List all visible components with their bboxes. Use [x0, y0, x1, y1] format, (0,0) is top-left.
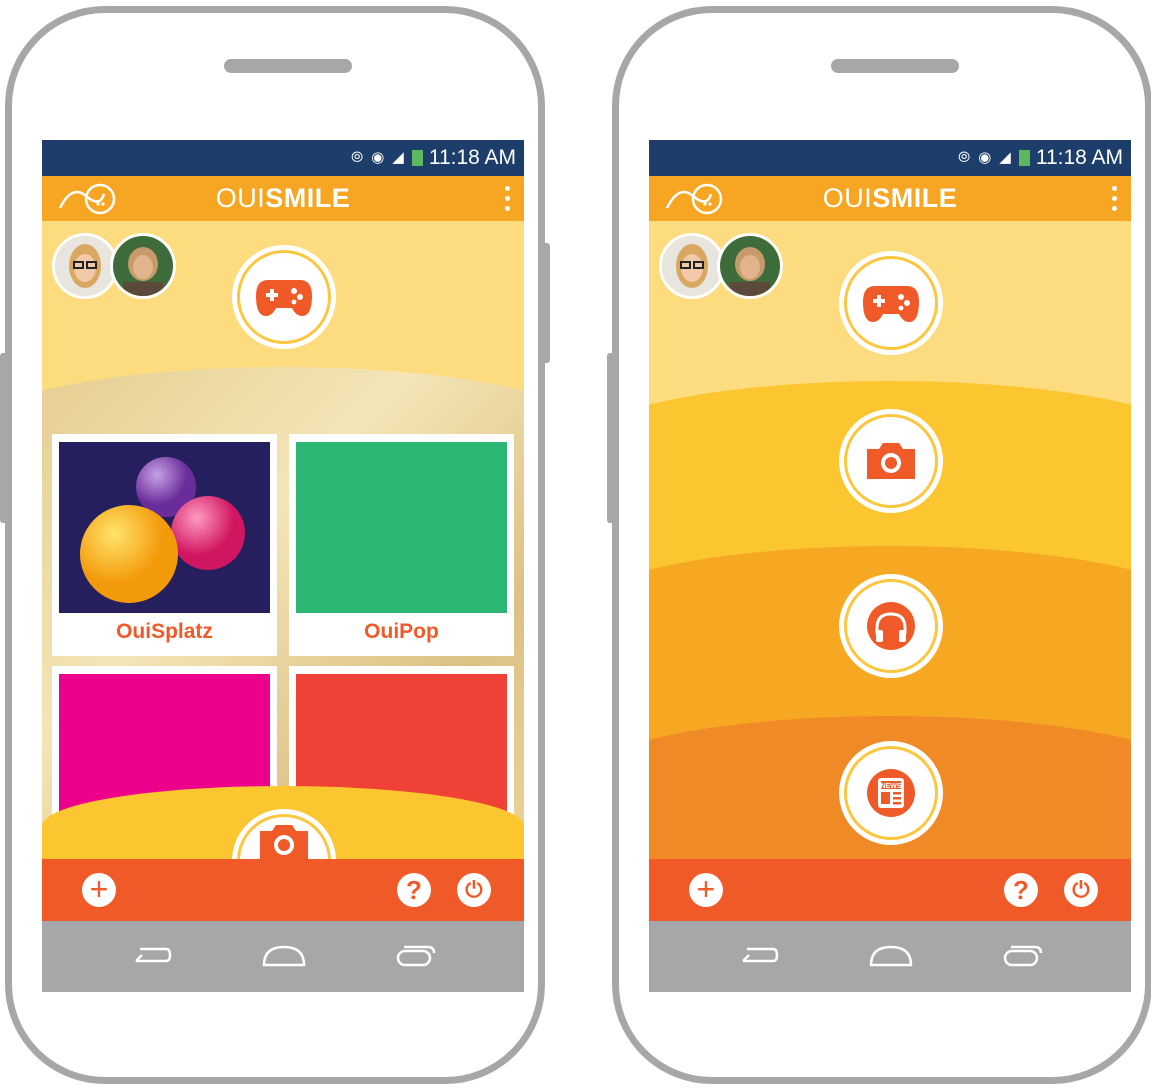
bubbles-image: [80, 457, 245, 603]
home-icon[interactable]: [260, 943, 308, 969]
wifi-icon: ◉: [978, 149, 992, 167]
back-icon[interactable]: [130, 943, 174, 969]
status-bar: ⦾ ◉ ◢ 11:18 AM: [649, 140, 1131, 176]
power-button[interactable]: ⏻: [1064, 873, 1098, 907]
overflow-menu-icon[interactable]: [505, 186, 510, 211]
back-icon[interactable]: [737, 943, 781, 969]
signal-icon: ◢: [392, 149, 404, 167]
headphones-icon: [867, 602, 915, 650]
add-button[interactable]: +: [82, 873, 116, 907]
vibrate-icon: ⦾: [958, 149, 971, 167]
camera-icon: [867, 443, 915, 479]
avatar-young-woman[interactable]: [52, 233, 118, 299]
left-phone-frame: ⦾ ◉ ◢ 11:18 AM OUISMILE OuiSplatz OuiPop…: [0, 6, 550, 1084]
tile-thumbnail: [59, 442, 270, 613]
photos-button[interactable]: [839, 409, 943, 513]
gamepad-icon: [863, 286, 919, 322]
main-content: OuiSplatz OuiPop: [42, 221, 524, 859]
bottom-bar: + ? ⏻: [42, 859, 524, 921]
status-bar: ⦾ ◉ ◢ 11:18 AM: [42, 140, 524, 176]
app-title: OUISMILE: [215, 183, 351, 213]
home-icon[interactable]: [867, 943, 915, 969]
tile-label: OuiPop: [364, 620, 439, 643]
app-title: OUISMILE: [822, 183, 958, 213]
app-bar: OUISMILE: [649, 176, 1131, 221]
side-button: [542, 243, 550, 363]
avatar-young-woman[interactable]: [659, 233, 725, 299]
left-screen: ⦾ ◉ ◢ 11:18 AM OUISMILE OuiSplatz OuiPop…: [42, 140, 524, 992]
battery-icon: [411, 150, 423, 167]
power-button[interactable]: ⏻: [457, 873, 491, 907]
app-bar: OUISMILE: [42, 176, 524, 221]
right-phone-frame: ⦾ ◉ ◢ 11:18 AM OUISMILE NEWS + ? ⏻: [607, 6, 1151, 1084]
game-tile-ouisplatz[interactable]: OuiSplatz: [52, 434, 277, 656]
gamepad-icon: [256, 280, 312, 316]
main-content: NEWS: [649, 221, 1131, 859]
help-button[interactable]: ?: [397, 873, 431, 907]
side-button: [607, 353, 615, 523]
newspaper-icon: NEWS: [867, 769, 915, 817]
overflow-menu-icon[interactable]: [1112, 186, 1117, 211]
signal-icon: ◢: [999, 149, 1011, 167]
game-tile-ouipop[interactable]: OuiPop: [289, 434, 514, 656]
help-button[interactable]: ?: [1004, 873, 1038, 907]
android-nav-bar: [42, 921, 524, 992]
vibrate-icon: ⦾: [351, 149, 364, 167]
news-button[interactable]: NEWS: [839, 741, 943, 845]
avatar-older-woman[interactable]: [717, 233, 783, 299]
android-nav-bar: [649, 921, 1131, 992]
games-button[interactable]: [232, 245, 336, 349]
tile-thumbnail: [296, 442, 507, 613]
battery-icon: [1018, 150, 1030, 167]
news-label: NEWS: [881, 783, 902, 790]
phone-speaker: [224, 59, 352, 73]
right-screen: ⦾ ◉ ◢ 11:18 AM OUISMILE NEWS + ? ⏻: [649, 140, 1131, 992]
bottom-bar: + ? ⏻: [649, 859, 1131, 921]
recent-apps-icon[interactable]: [999, 943, 1043, 969]
music-button[interactable]: [839, 574, 943, 678]
camera-icon: [260, 825, 308, 859]
games-button[interactable]: [839, 251, 943, 355]
add-button[interactable]: +: [689, 873, 723, 907]
side-button: [0, 353, 8, 523]
recent-apps-icon[interactable]: [392, 943, 436, 969]
wifi-icon: ◉: [371, 149, 385, 167]
status-time: 11:18 AM: [428, 146, 516, 169]
phone-speaker: [831, 59, 959, 73]
tile-label: OuiSplatz: [116, 620, 213, 643]
status-time: 11:18 AM: [1035, 146, 1123, 169]
avatar-older-woman[interactable]: [110, 233, 176, 299]
